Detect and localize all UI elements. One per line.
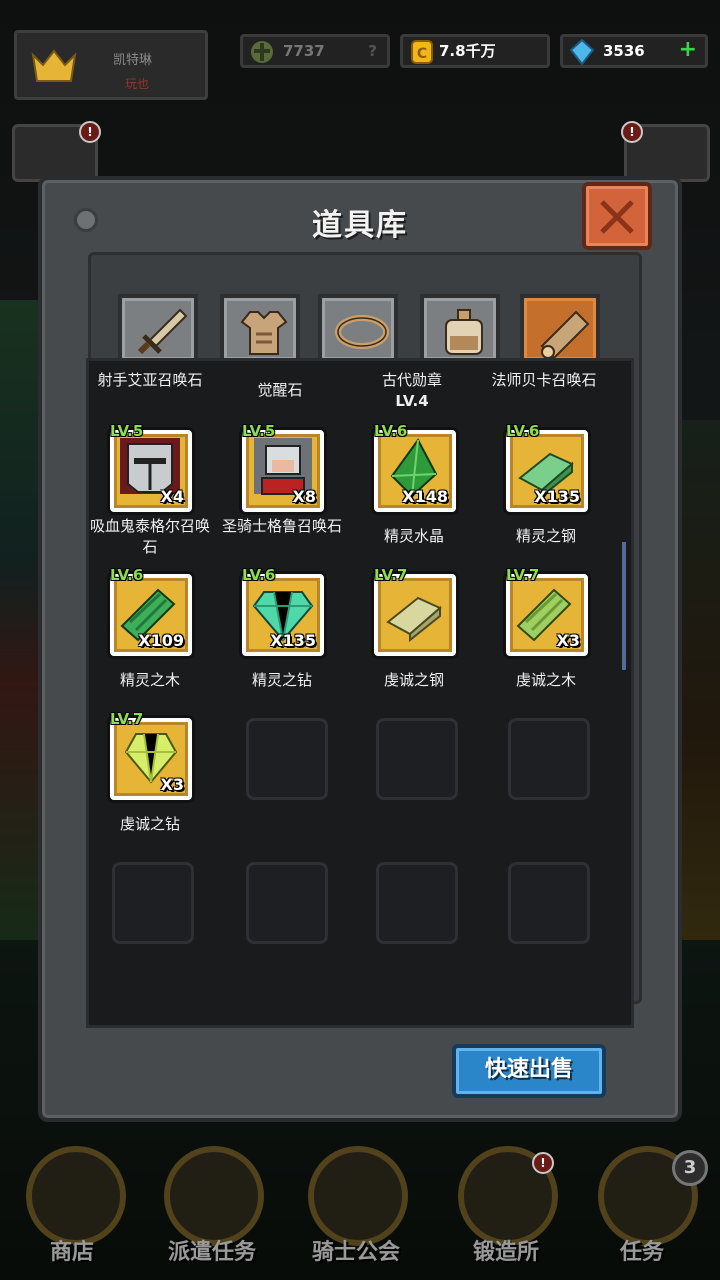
empty-slot[interactable] xyxy=(246,862,328,944)
item-name: 虔诚之钻 xyxy=(119,815,180,833)
item-name: 精灵之钻 xyxy=(251,671,312,689)
nav-label: 锻造所 xyxy=(472,1240,539,1265)
empty-slot[interactable] xyxy=(376,718,458,800)
item-name-partial: 法师贝卡召唤石 xyxy=(491,371,597,389)
item-slot[interactable]: LV.6 X135 xyxy=(506,422,588,512)
nav-label: 骑士公会 xyxy=(311,1240,400,1265)
item-quantity: X3 xyxy=(556,631,580,650)
vip-knight-icon xyxy=(308,1146,408,1246)
power-counter[interactable]: 7737 ? xyxy=(240,34,390,68)
nav-label: 任务 xyxy=(619,1240,664,1265)
item-level: LV.5 xyxy=(110,422,144,440)
forge-alert-badge: ! xyxy=(532,1152,554,1174)
item-quantity: X135 xyxy=(270,631,316,650)
material-icon xyxy=(540,310,590,358)
empty-slot[interactable] xyxy=(508,862,590,944)
item-quantity: X3 xyxy=(160,775,184,794)
tab-materials[interactable] xyxy=(520,294,600,360)
power-icon xyxy=(251,41,273,63)
item-slot[interactable]: LV.6 X148 xyxy=(374,422,456,512)
item-level: LV.7 xyxy=(374,566,408,584)
player-name: 凯特琳 xyxy=(113,53,153,68)
item-slot[interactable]: LV.6 X135 xyxy=(242,566,324,656)
item-name: 精灵之钢 xyxy=(515,527,576,545)
tab-weapons[interactable] xyxy=(118,294,198,360)
item-level: LV.6 xyxy=(506,422,540,440)
empty-slot[interactable] xyxy=(246,718,328,800)
quest-count-badge: 3 xyxy=(672,1150,708,1186)
gem-value: 3536 xyxy=(603,42,645,60)
item-name: 虔诚之钢 xyxy=(383,671,444,689)
shop-icon xyxy=(26,1146,126,1246)
diamond-icon xyxy=(569,39,595,65)
pale-ingot-icon xyxy=(386,596,442,643)
item-level: LV.7 xyxy=(110,710,144,728)
item-quantity: X109 xyxy=(138,631,184,650)
item-slot[interactable]: LV.7 X3 xyxy=(506,566,588,656)
ring-icon xyxy=(335,315,389,349)
top-hud: 凯特琳 玩也 7737 ? C 7.8千万 3536 + xyxy=(0,0,720,100)
potion-icon xyxy=(445,309,483,355)
item-level: LV.7 xyxy=(506,566,540,584)
nav-shop[interactable]: 商店 xyxy=(12,1138,132,1278)
right-alert-badge: ! xyxy=(621,121,643,143)
item-name-partial: 射手艾亚召唤石 xyxy=(97,371,203,389)
item-slot[interactable]: LV.7 xyxy=(374,566,456,656)
close-button[interactable] xyxy=(582,182,652,250)
armor-icon xyxy=(240,311,288,355)
empty-slot[interactable] xyxy=(508,718,590,800)
svg-text:C: C xyxy=(417,46,427,62)
crown-icon xyxy=(31,49,77,82)
item-name: 吸血鬼泰格尔召唤石 xyxy=(89,517,210,556)
tab-potions[interactable] xyxy=(420,294,500,360)
nav-quests[interactable]: 3 任务 xyxy=(584,1138,708,1278)
gold-coin-icon: C xyxy=(411,40,433,64)
category-tabs xyxy=(118,294,608,360)
tab-rings[interactable] xyxy=(318,294,398,360)
gold-value: 7.8千万 xyxy=(439,42,496,60)
item-level: LV.6 xyxy=(242,566,276,584)
grid-scrollbar[interactable] xyxy=(622,542,626,670)
close-icon xyxy=(600,200,634,234)
player-profile[interactable]: 凯特琳 玩也 xyxy=(14,30,208,100)
item-quantity: X148 xyxy=(402,487,448,506)
nav-knight-guild[interactable]: 骑士公会 xyxy=(294,1138,414,1278)
item-name: 圣骑士格鲁召唤石 xyxy=(221,517,342,535)
nav-forge[interactable]: ! 锻造所 xyxy=(444,1138,564,1278)
item-name: 虔诚之木 xyxy=(515,671,576,689)
item-name-partial: 古代勋章 LV.4 xyxy=(381,371,442,410)
power-help-icon[interactable]: ? xyxy=(368,37,377,65)
nav-dispatch[interactable]: 派遣任务 xyxy=(150,1138,270,1278)
item-slot[interactable]: LV.7 X3 xyxy=(110,710,192,800)
dispatch-icon xyxy=(164,1146,264,1246)
item-slot[interactable]: LV.5 X4 xyxy=(110,422,192,512)
nav-label: 派遣任务 xyxy=(167,1240,256,1265)
item-quantity: X8 xyxy=(292,487,316,506)
item-name: 精灵水晶 xyxy=(383,527,444,545)
gem-counter[interactable]: 3536 + xyxy=(560,34,708,68)
add-gems-button[interactable]: + xyxy=(679,36,697,64)
item-name: 精灵之木 xyxy=(119,671,180,689)
sword-icon xyxy=(137,308,188,355)
item-level: LV.6 xyxy=(110,566,144,584)
quick-sell-button[interactable]: 快速出售 xyxy=(452,1044,606,1098)
right-menu-button[interactable]: ! xyxy=(621,121,710,182)
item-slot[interactable]: LV.6 X109 xyxy=(110,566,192,656)
nav-label: 商店 xyxy=(49,1240,94,1265)
item-level: LV.6 xyxy=(374,422,408,440)
item-quantity: X4 xyxy=(160,487,184,506)
bottom-nav: 商店 派遣任务 骑士公会 ! 锻造所 3 任务 xyxy=(0,1128,720,1280)
item-quantity: X135 xyxy=(534,487,580,506)
left-alert-badge: ! xyxy=(79,121,101,143)
empty-slot[interactable] xyxy=(112,862,194,944)
player-subtitle: 玩也 xyxy=(125,77,150,91)
left-menu-button[interactable]: ! xyxy=(12,121,101,182)
item-slot[interactable]: LV.5 X8 xyxy=(242,422,324,512)
power-value: 7737 xyxy=(283,42,325,60)
tab-armor[interactable] xyxy=(220,294,300,360)
item-level: LV.5 xyxy=(242,422,276,440)
item-name-partial: 觉醒石 xyxy=(257,381,303,399)
empty-slot[interactable] xyxy=(376,862,458,944)
gold-counter[interactable]: C 7.8千万 xyxy=(400,34,550,68)
